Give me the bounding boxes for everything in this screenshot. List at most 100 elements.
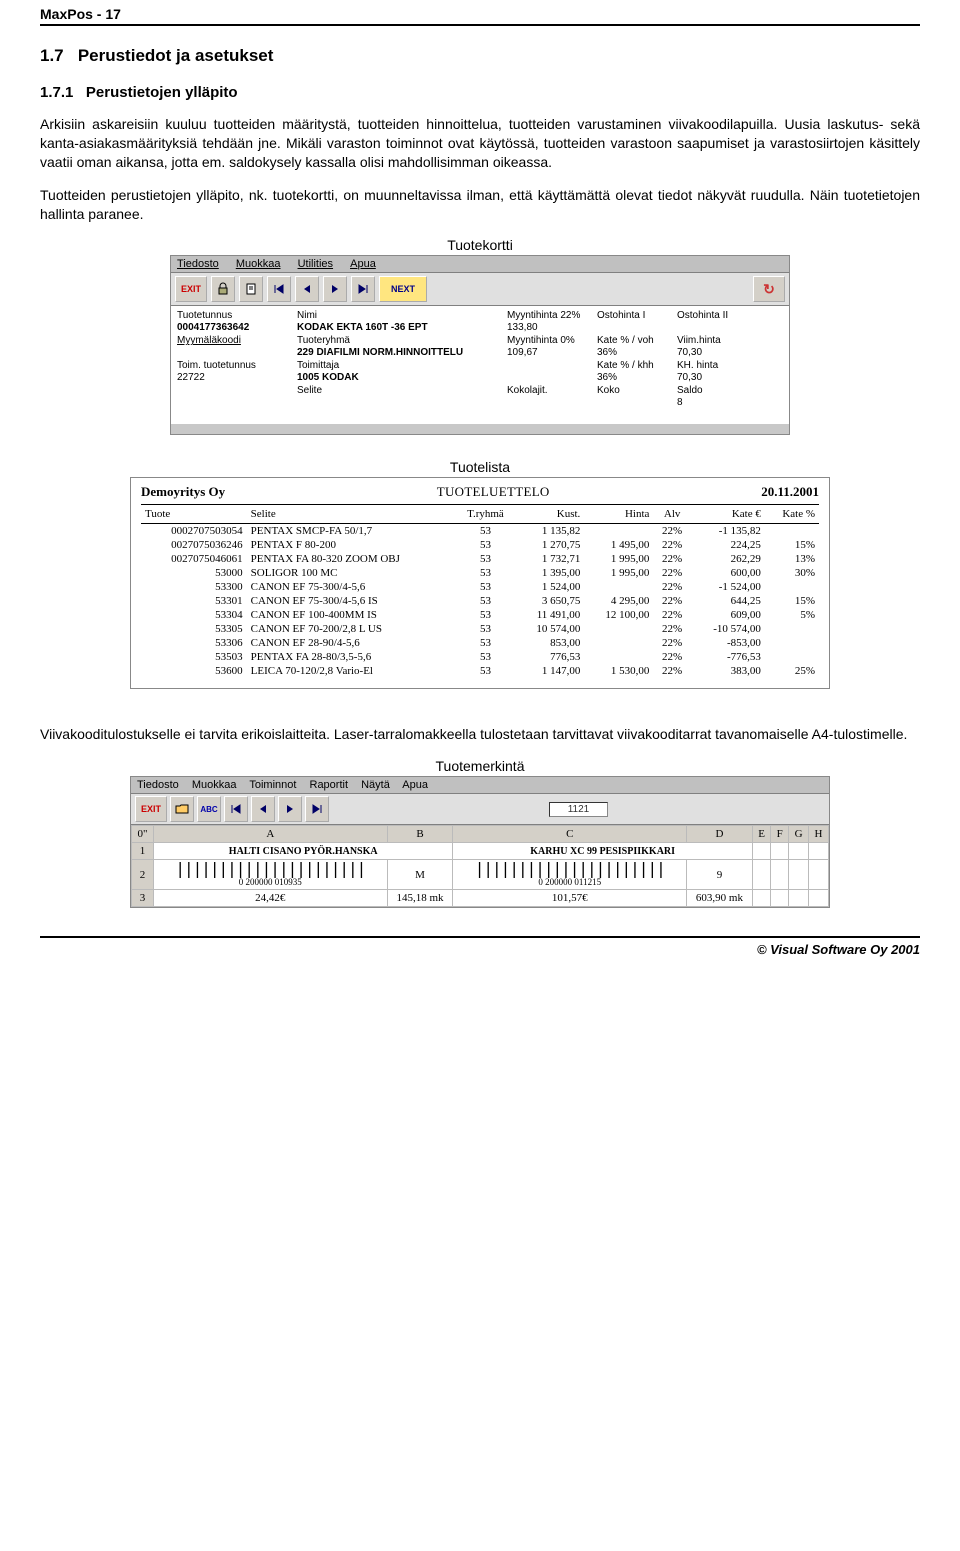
tm-menu-apua[interactable]: Apua bbox=[402, 779, 428, 791]
table-cell: 22% bbox=[653, 552, 690, 566]
tm-col-g[interactable]: G bbox=[789, 826, 809, 843]
tm-r3-d[interactable]: 603,90 mk bbox=[687, 889, 753, 906]
table-row: 53301CANON EF 75-300/4-5,6 IS533 650,754… bbox=[141, 594, 819, 608]
table-cell: 644,25 bbox=[691, 594, 765, 608]
tm-col-e[interactable]: E bbox=[752, 826, 770, 843]
tm-r2-g[interactable] bbox=[789, 860, 809, 889]
barcode-icon: |||||||||||||||||||||| bbox=[158, 862, 383, 876]
lbl-mmkoodi[interactable]: Myymäläkoodi bbox=[177, 335, 287, 346]
table-cell: 853,00 bbox=[515, 636, 584, 650]
tm-r3-f[interactable] bbox=[771, 889, 789, 906]
menu-muokkaa[interactable]: Muokkaa bbox=[236, 258, 281, 270]
lbl-nimi: Nimi bbox=[297, 310, 497, 321]
menu-utilities[interactable]: Utilities bbox=[298, 258, 333, 270]
next-button[interactable]: NEXT bbox=[379, 276, 427, 302]
tm-nav-prev-icon[interactable] bbox=[251, 796, 275, 822]
table-cell bbox=[765, 524, 819, 539]
tm-nav-next-icon[interactable] bbox=[278, 796, 302, 822]
tm-r3-a[interactable]: 24,42€ bbox=[154, 889, 388, 906]
tm-r1-f[interactable] bbox=[771, 843, 789, 860]
table-cell: 1 395,00 bbox=[515, 566, 584, 580]
tm-r3-h2[interactable] bbox=[809, 889, 829, 906]
tm-menu-raportit[interactable]: Raportit bbox=[310, 779, 349, 791]
tm-menu-muokkaa[interactable]: Muokkaa bbox=[192, 779, 237, 791]
tm-exit-button[interactable]: EXIT bbox=[135, 796, 167, 822]
nav-next-icon[interactable] bbox=[323, 276, 347, 302]
tm-r2-e[interactable] bbox=[752, 860, 770, 889]
tm-r3-b[interactable]: 145,18 mk bbox=[387, 889, 453, 906]
exit-button[interactable]: EXIT bbox=[175, 276, 207, 302]
table-cell: 383,00 bbox=[691, 664, 765, 678]
nav-last-icon[interactable] bbox=[351, 276, 375, 302]
tm-menu-nayta[interactable]: Näytä bbox=[361, 779, 390, 791]
lbl-viimhinta: Viim.hinta bbox=[677, 335, 747, 346]
tm-r3-c[interactable]: 101,57€ bbox=[453, 889, 687, 906]
nav-first-icon[interactable] bbox=[267, 276, 291, 302]
menu-apua[interactable]: Apua bbox=[350, 258, 376, 270]
tm-r1-a[interactable]: HALTI CISANO PYÖR.HANSKA bbox=[154, 843, 453, 860]
table-cell: 1 147,00 bbox=[515, 664, 584, 678]
table-cell: 15% bbox=[765, 594, 819, 608]
table-cell bbox=[584, 636, 653, 650]
tl-col-katep: Kate % bbox=[765, 505, 819, 524]
tm-r2-h2[interactable] bbox=[809, 860, 829, 889]
tm-menubar[interactable]: Tiedosto Muokkaa Toiminnot Raportit Näyt… bbox=[131, 777, 829, 794]
tm-nav-first-icon[interactable] bbox=[224, 796, 248, 822]
tm-r2-9[interactable]: 9 bbox=[687, 860, 753, 889]
table-cell: -10 574,00 bbox=[691, 622, 765, 636]
paragraph-2: Tuotteiden perustietojen ylläpito, nk. t… bbox=[40, 186, 920, 224]
tm-r2-f[interactable] bbox=[771, 860, 789, 889]
tm-r1-g[interactable] bbox=[789, 843, 809, 860]
tl-company: Demoyritys Oy bbox=[141, 484, 225, 500]
tm-col-h[interactable]: H bbox=[809, 826, 829, 843]
tm-spreadsheet[interactable]: 0" A B C D E F G H 1 HALTI CISANO PYÖR.H… bbox=[131, 825, 829, 906]
lock-icon[interactable] bbox=[211, 276, 235, 302]
tm-r2-h[interactable]: 2 bbox=[132, 860, 154, 889]
tm-col-b[interactable]: B bbox=[387, 826, 453, 843]
tm-corner[interactable]: 0" bbox=[132, 826, 154, 843]
tm-col-f[interactable]: F bbox=[771, 826, 789, 843]
table-cell: CANON EF 28-90/4-5,6 bbox=[247, 636, 456, 650]
table-cell: 4 295,00 bbox=[584, 594, 653, 608]
table-cell: 22% bbox=[653, 580, 690, 594]
tm-col-d[interactable]: D bbox=[687, 826, 753, 843]
tm-r3-h[interactable]: 3 bbox=[132, 889, 154, 906]
table-cell: 22% bbox=[653, 608, 690, 622]
barcode-icon: |||||||||||||||||||||| bbox=[457, 862, 682, 876]
tm-open-icon[interactable] bbox=[170, 796, 194, 822]
tm-r2-m[interactable]: M bbox=[387, 860, 453, 889]
subsection-number: 1.7.1 bbox=[40, 84, 73, 101]
tm-r3-g[interactable] bbox=[789, 889, 809, 906]
table-cell: 53306 bbox=[141, 636, 247, 650]
tm-r1-e[interactable] bbox=[752, 843, 770, 860]
tm-r3-e[interactable] bbox=[752, 889, 770, 906]
menu-tiedosto[interactable]: Tiedosto bbox=[177, 258, 219, 270]
tm-r1-h[interactable]: 1 bbox=[132, 843, 154, 860]
tm-r2-barcode2[interactable]: |||||||||||||||||||||| 0 200000 011215 bbox=[453, 860, 687, 889]
table-cell: PENTAX F 80-200 bbox=[247, 538, 456, 552]
tm-r2-barcode1[interactable]: |||||||||||||||||||||| 0 200000 010935 bbox=[154, 860, 388, 889]
table-row: 0002707503054PENTAX SMCP-FA 50/1,7531 13… bbox=[141, 524, 819, 539]
tm-menu-tiedosto[interactable]: Tiedosto bbox=[137, 779, 179, 791]
tm-r1-c[interactable]: KARHU XC 99 PESISPIIKKARI bbox=[453, 843, 752, 860]
tm-nav-last-icon[interactable] bbox=[305, 796, 329, 822]
tm-col-a[interactable]: A bbox=[154, 826, 388, 843]
table-cell: 53 bbox=[456, 552, 516, 566]
tm-abc-icon[interactable]: ABC bbox=[197, 796, 221, 822]
tm-menu-toiminnot[interactable]: Toiminnot bbox=[249, 779, 296, 791]
doc-icon[interactable] bbox=[239, 276, 263, 302]
refresh-icon[interactable]: ↻ bbox=[753, 276, 785, 302]
table-cell: 10 574,00 bbox=[515, 622, 584, 636]
tm-row-3[interactable]: 3 24,42€ 145,18 mk 101,57€ 603,90 mk bbox=[132, 889, 829, 906]
tm-col-c[interactable]: C bbox=[453, 826, 687, 843]
tm-row-2[interactable]: 2 |||||||||||||||||||||| 0 200000 010935… bbox=[132, 860, 829, 889]
val-nimi: KODAK EKTA 160T -36 EPT bbox=[297, 321, 497, 333]
tk-menubar[interactable]: Tiedosto Muokkaa Utilities Apua bbox=[171, 256, 789, 273]
tm-row-1[interactable]: 1 HALTI CISANO PYÖR.HANSKA KARHU XC 99 P… bbox=[132, 843, 829, 860]
table-cell: 1 495,00 bbox=[584, 538, 653, 552]
table-cell: CANON EF 100-400MM IS bbox=[247, 608, 456, 622]
tm-r1-h[interactable] bbox=[809, 843, 829, 860]
nav-prev-icon[interactable] bbox=[295, 276, 319, 302]
table-cell: 53 bbox=[456, 622, 516, 636]
table-cell: 12 100,00 bbox=[584, 608, 653, 622]
